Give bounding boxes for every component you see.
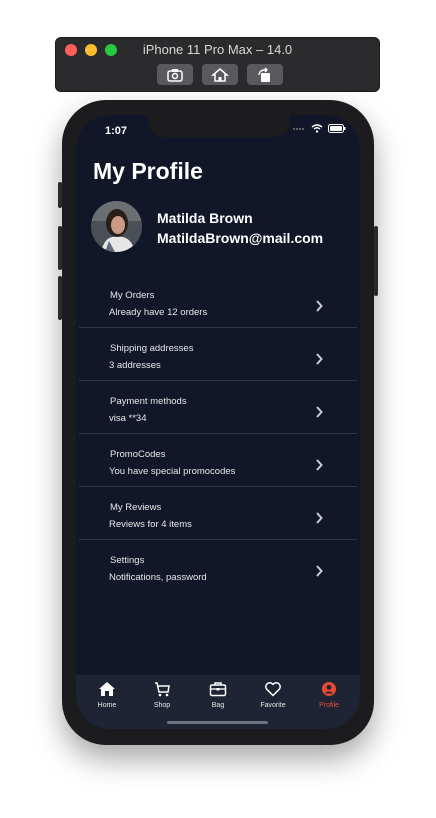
menu-item-subtitle: Notifications, password <box>109 572 207 583</box>
chevron-right-icon <box>316 512 323 524</box>
bag-icon <box>209 682 227 697</box>
user-name: Matilda Brown <box>157 210 253 226</box>
user-email: MatildaBrown@mail.com <box>157 230 324 246</box>
profile-icon <box>322 682 336 696</box>
menu-item-promocodes[interactable]: PromoCodes You have special promocodes <box>79 434 357 487</box>
heart-icon <box>265 682 281 697</box>
battery-icon <box>328 124 346 133</box>
menu-item-my-reviews[interactable]: My Reviews Reviews for 4 items <box>79 487 357 540</box>
app-screen: 1:07 My Profile Matilda Brown MatildaBro… <box>76 115 360 729</box>
volume-down-button <box>58 276 62 320</box>
rotate-icon <box>258 67 270 82</box>
status-time: 1:07 <box>105 125 128 137</box>
chevron-right-icon <box>316 300 323 312</box>
silent-switch <box>58 182 62 208</box>
tab-profile[interactable]: Profile <box>307 681 351 709</box>
notch <box>148 115 290 137</box>
menu-item-title: My Orders <box>110 290 155 301</box>
menu-item-subtitle: visa **34 <box>109 413 147 424</box>
menu-item-subtitle: Reviews for 4 items <box>109 519 192 530</box>
chevron-right-icon <box>316 459 323 471</box>
tab-label: Bag <box>211 702 225 709</box>
menu-item-payment-methods[interactable]: Payment methods visa **34 <box>79 381 357 434</box>
home-button[interactable] <box>202 64 238 85</box>
menu-item-title: Shipping addresses <box>110 343 194 354</box>
power-button <box>374 226 378 296</box>
screenshot-icon <box>167 68 183 82</box>
cart-icon <box>155 682 170 697</box>
signal-icon <box>293 127 304 130</box>
menu-item-shipping-addresses[interactable]: Shipping addresses 3 addresses <box>79 328 357 381</box>
avatar[interactable] <box>91 201 142 252</box>
menu-item-title: Payment methods <box>110 396 187 407</box>
wifi-icon <box>311 124 323 133</box>
simulator-title-bar: iPhone 11 Pro Max – 14.0 <box>55 37 380 92</box>
home-icon <box>99 682 115 696</box>
tab-favorite[interactable]: Favorite <box>251 681 295 709</box>
menu-item-subtitle: Already have 12 orders <box>109 307 208 318</box>
rotate-button[interactable] <box>247 64 283 85</box>
menu-item-title: PromoCodes <box>110 449 166 460</box>
tab-shop[interactable]: Shop <box>140 681 184 709</box>
screenshot-button[interactable] <box>157 64 193 85</box>
home-icon <box>211 67 229 82</box>
chevron-right-icon <box>316 406 323 418</box>
chevron-right-icon <box>316 353 323 365</box>
tab-label: Profile <box>319 702 339 709</box>
menu-item-title: Settings <box>110 555 145 566</box>
window-title: iPhone 11 Pro Max – 14.0 <box>142 42 293 57</box>
page-title: My Profile <box>93 158 203 184</box>
tab-home[interactable]: Home <box>85 681 129 709</box>
status-icons <box>292 124 346 133</box>
menu-item-subtitle: You have special promocodes <box>109 466 236 477</box>
chevron-right-icon <box>316 565 323 577</box>
tab-bag[interactable]: Bag <box>196 681 240 709</box>
tab-label: Shop <box>153 702 171 709</box>
tab-label: Home <box>97 702 117 709</box>
menu-item-title: My Reviews <box>110 502 162 513</box>
menu-item-my-orders[interactable]: My Orders Already have 12 orders <box>79 275 357 328</box>
volume-up-button <box>58 226 62 270</box>
avatar-photo <box>91 201 142 252</box>
menu-item-subtitle: 3 addresses <box>109 360 161 371</box>
menu-item-settings[interactable]: Settings Notifications, password <box>79 540 357 593</box>
tab-label: Favorite <box>260 702 286 709</box>
home-indicator[interactable] <box>167 721 268 724</box>
